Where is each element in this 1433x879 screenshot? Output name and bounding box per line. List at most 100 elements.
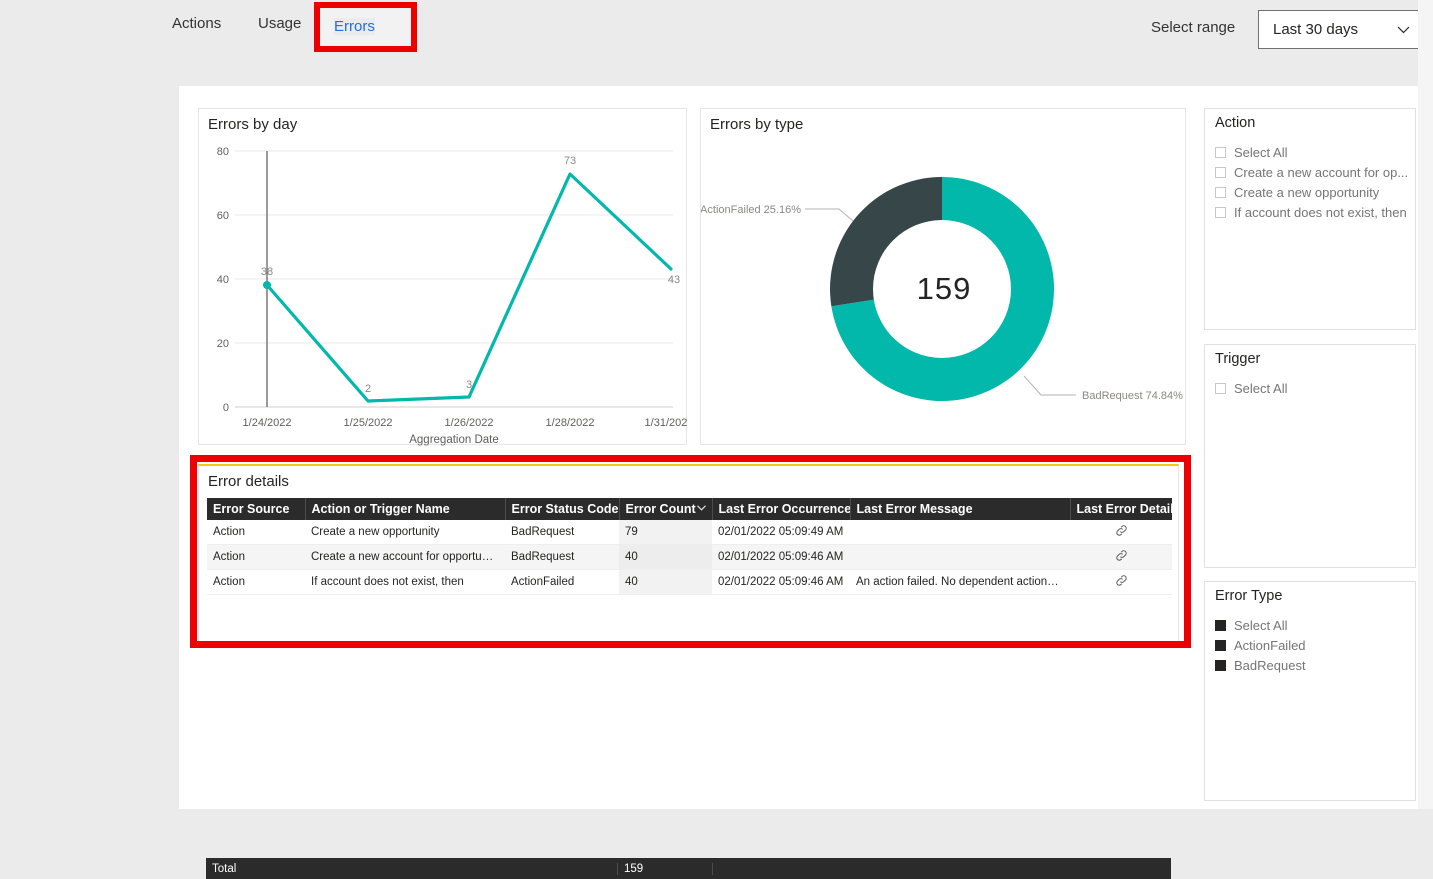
svg-text:40: 40 — [217, 274, 229, 286]
checkbox-icon[interactable] — [1215, 147, 1226, 158]
link-icon[interactable] — [1115, 524, 1128, 537]
svg-text:1/26/2022: 1/26/2022 — [445, 417, 494, 429]
cell-error-status-code: BadRequest — [505, 520, 619, 545]
checkbox-icon[interactable] — [1215, 660, 1226, 671]
slicer-item-select-all[interactable]: Select All — [1215, 378, 1409, 398]
cell-last-error-occurrence: 02/01/2022 05:09:46 AM — [712, 570, 850, 595]
table-row[interactable]: Action If account does not exist, then A… — [207, 570, 1172, 595]
tab-usage[interactable]: Usage — [258, 15, 301, 32]
cell-error-status-code: BadRequest — [505, 545, 619, 570]
error-details-table-body: Action Create a new opportunity BadReque… — [207, 520, 1172, 595]
cell-error-source: Action — [207, 545, 305, 570]
column-header-error-source[interactable]: Error Source — [207, 498, 305, 520]
checkbox-icon[interactable] — [1215, 640, 1226, 651]
link-icon[interactable] — [1115, 574, 1128, 587]
slicer-item-create-new-opportunity[interactable]: Create a new opportunity — [1215, 182, 1409, 202]
column-header-error-status-code[interactable]: Error Status Code — [505, 498, 619, 520]
cell-action-or-trigger-name: Create a new account for opportunity — [305, 545, 505, 570]
slicer-item-select-all[interactable]: Select All — [1215, 142, 1409, 162]
checkbox-icon[interactable] — [1215, 620, 1226, 631]
cell-last-error-message — [850, 545, 1070, 570]
column-header-last-error-occurrence[interactable]: Last Error Occurrence — [712, 498, 850, 520]
checkbox-icon[interactable] — [1215, 207, 1226, 218]
checkbox-icon[interactable] — [1215, 383, 1226, 394]
error-details-table: Error Source Action or Trigger Name Erro… — [207, 498, 1172, 595]
svg-text:1/28/2022: 1/28/2022 — [546, 417, 595, 429]
page-scrollbar-gutter[interactable] — [1418, 0, 1433, 809]
column-header-error-count-label: Error Count — [626, 502, 696, 516]
donut-center-total: 159 — [701, 271, 1187, 307]
slicer-action[interactable]: Action Select All Create a new account f… — [1204, 108, 1416, 330]
column-header-error-count[interactable]: Error Count — [619, 498, 712, 520]
table-row[interactable]: Action Create a new account for opportun… — [207, 545, 1172, 570]
cell-error-source: Action — [207, 570, 305, 595]
donut-label-badrequest: BadRequest 74.84% — [1082, 390, 1183, 402]
sort-chevron-down-icon — [697, 505, 706, 511]
slicer-error-type-title: Error Type — [1215, 588, 1282, 604]
slicer-trigger-title: Trigger — [1215, 351, 1260, 367]
cell-action-or-trigger-name: Create a new opportunity — [305, 520, 505, 545]
cell-last-error-detail[interactable] — [1070, 520, 1172, 545]
errors-by-day-plot: 80 60 40 20 0 38 2 3 73 43 1/24/2022 1/2… — [199, 109, 688, 446]
svg-text:1/24/2022: 1/24/2022 — [243, 417, 292, 429]
svg-text:73: 73 — [564, 155, 576, 167]
slicer-error-type-items: Select All ActionFailed BadRequest — [1215, 615, 1409, 675]
slicer-item-label: If account does not exist, then — [1234, 205, 1407, 220]
svg-text:43: 43 — [668, 274, 680, 286]
range-select-dropdown[interactable]: Last 30 days — [1258, 10, 1423, 49]
slicer-item-if-account-does-not-exist[interactable]: If account does not exist, then — [1215, 202, 1409, 222]
cell-error-status-code: ActionFailed — [505, 570, 619, 595]
visual-errors-by-day[interactable]: Errors by day 80 60 40 20 0 38 2 3 73 43 — [198, 108, 687, 445]
svg-text:38: 38 — [261, 266, 273, 278]
visual-error-details[interactable]: Error details Error Source Action or Tri… — [198, 464, 1179, 644]
error-details-title: Error details — [208, 473, 289, 490]
slicer-error-type[interactable]: Error Type Select All ActionFailed BadRe… — [1204, 581, 1416, 801]
visual-errors-by-type[interactable]: Errors by type ActionFailed 25.16% BadRe… — [700, 108, 1186, 445]
select-range-label: Select range — [1151, 19, 1235, 36]
slicer-item-label: ActionFailed — [1234, 638, 1306, 653]
svg-text:1/25/2022: 1/25/2022 — [344, 417, 393, 429]
slicer-action-title: Action — [1215, 115, 1255, 131]
slicer-item-label: Select All — [1234, 381, 1287, 396]
cell-last-error-occurrence: 02/01/2022 05:09:49 AM — [712, 520, 850, 545]
cell-error-count: 79 — [619, 520, 712, 545]
cell-last-error-message — [850, 520, 1070, 545]
svg-text:0: 0 — [223, 402, 229, 414]
cell-last-error-message: An action failed. No dependent actions s… — [850, 570, 1070, 595]
table-total-row: Total 159 — [206, 858, 1171, 879]
slicer-item-label: Create a new opportunity — [1234, 185, 1379, 200]
slicer-item-label: Select All — [1234, 145, 1287, 160]
slicer-trigger[interactable]: Trigger Select All — [1204, 344, 1416, 568]
tab-actions[interactable]: Actions — [172, 15, 221, 32]
top-navigation-bar: Actions Usage Errors Select range Last 3… — [0, 0, 1433, 56]
total-value: 159 — [618, 863, 713, 875]
cell-last-error-occurrence: 02/01/2022 05:09:46 AM — [712, 545, 850, 570]
column-header-action-or-trigger-name[interactable]: Action or Trigger Name — [305, 498, 505, 520]
donut-label-actionfailed: ActionFailed 25.16% — [701, 204, 801, 216]
cell-last-error-detail[interactable] — [1070, 570, 1172, 595]
chevron-down-icon — [1397, 26, 1410, 34]
checkbox-icon[interactable] — [1215, 187, 1226, 198]
range-select-value: Last 30 days — [1273, 21, 1358, 38]
svg-text:60: 60 — [217, 210, 229, 222]
cell-error-count: 40 — [619, 570, 712, 595]
slicer-item-label: Select All — [1234, 618, 1287, 633]
slicer-action-items: Select All Create a new account for op..… — [1215, 142, 1409, 222]
link-icon[interactable] — [1115, 549, 1128, 562]
column-header-last-error-detail[interactable]: Last Error Detail — [1070, 498, 1172, 520]
slicer-item-actionfailed[interactable]: ActionFailed — [1215, 635, 1409, 655]
svg-text:20: 20 — [217, 338, 229, 350]
svg-text:1/31/2022: 1/31/2022 — [645, 417, 688, 429]
svg-text:Aggregation Date: Aggregation Date — [409, 434, 499, 446]
slicer-item-select-all[interactable]: Select All — [1215, 615, 1409, 635]
cell-error-source: Action — [207, 520, 305, 545]
cell-last-error-detail[interactable] — [1070, 545, 1172, 570]
column-header-last-error-message[interactable]: Last Error Message — [850, 498, 1070, 520]
total-label: Total — [206, 863, 618, 875]
checkbox-icon[interactable] — [1215, 167, 1226, 178]
report-canvas: Errors by day 80 60 40 20 0 38 2 3 73 43 — [179, 86, 1202, 809]
slicer-item-create-new-account[interactable]: Create a new account for op... — [1215, 162, 1409, 182]
table-row[interactable]: Action Create a new opportunity BadReque… — [207, 520, 1172, 545]
tab-errors[interactable]: Errors — [334, 18, 375, 35]
slicer-item-badrequest[interactable]: BadRequest — [1215, 655, 1409, 675]
